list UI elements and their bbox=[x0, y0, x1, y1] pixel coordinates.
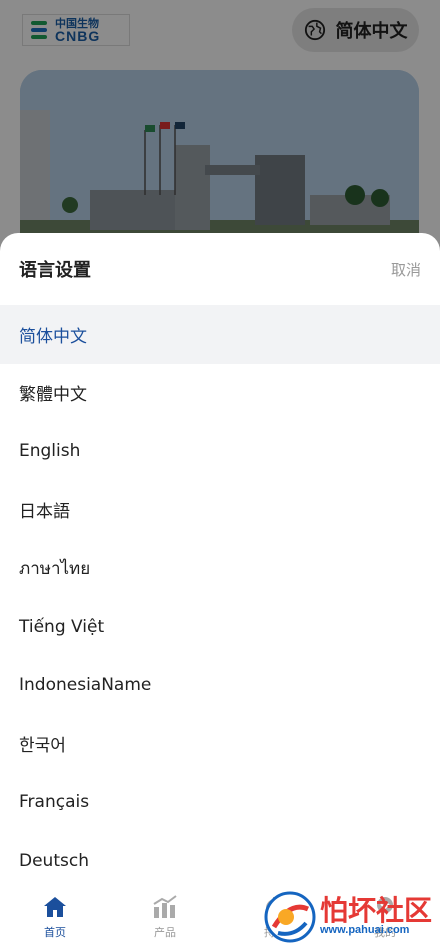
language-option-ko[interactable]: 한국어 bbox=[0, 715, 440, 774]
pahuai-watermark: 怕坏社区 www.pahuai.com bbox=[264, 883, 440, 950]
sheet-title: 语言设置 bbox=[19, 260, 91, 281]
language-option-zh-hant[interactable]: 繁體中文 bbox=[0, 364, 440, 423]
language-option-fr[interactable]: Français bbox=[0, 773, 440, 832]
language-option-de[interactable]: Deutsch bbox=[0, 832, 440, 891]
cancel-button[interactable]: 取消 bbox=[391, 259, 421, 280]
language-options-list: 简体中文 繁體中文 English 日本語 ภาษาไทย Tiếng Việt… bbox=[0, 305, 440, 890]
language-settings-sheet: 语言设置 取消 简体中文 繁體中文 English 日本語 ภาษาไทย Ti… bbox=[0, 233, 440, 950]
tab-products[interactable]: 产品 bbox=[110, 890, 220, 950]
watermark-main-text: 怕坏社区 bbox=[320, 894, 433, 928]
tab-home-label: 首页 bbox=[44, 926, 66, 939]
watermark-url-text: www.pahuai.com bbox=[320, 924, 410, 937]
watermark-logo-icon bbox=[264, 891, 316, 942]
language-option-zh-hans[interactable]: 简体中文 bbox=[0, 305, 440, 364]
language-option-vi[interactable]: Tiếng Việt bbox=[0, 598, 440, 657]
tab-products-label: 产品 bbox=[154, 926, 176, 939]
language-option-th[interactable]: ภาษาไทย bbox=[0, 539, 440, 598]
sheet-header: 语言设置 取消 bbox=[0, 233, 440, 305]
tab-home[interactable]: 首页 bbox=[0, 890, 110, 950]
home-icon bbox=[44, 897, 66, 917]
chart-icon bbox=[153, 895, 177, 918]
language-option-ja[interactable]: 日本語 bbox=[0, 481, 440, 540]
language-option-id[interactable]: IndonesiaName bbox=[0, 656, 440, 715]
language-option-en[interactable]: English bbox=[0, 422, 440, 481]
